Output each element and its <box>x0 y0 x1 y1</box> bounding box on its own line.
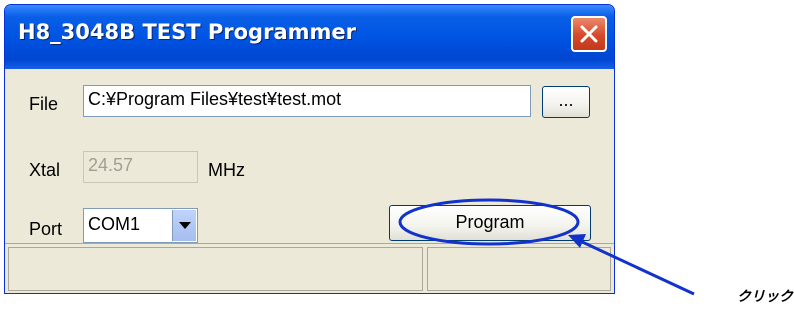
file-label: File <box>29 94 59 114</box>
xtal-input[interactable]: 24.57 <box>83 151 198 183</box>
dropdown-button[interactable] <box>172 210 196 241</box>
file-path-input[interactable]: C:¥Program Files¥test¥test.mot <box>83 85 531 117</box>
port-label: Port <box>29 219 63 239</box>
status-bar <box>5 243 614 293</box>
title-bar[interactable]: H8_3048B TEST Programmer <box>5 5 614 69</box>
browse-button[interactable]: ... <box>542 86 590 118</box>
chevron-down-icon <box>179 222 191 229</box>
status-pane-left <box>8 247 423 291</box>
click-annotation: クリック <box>737 289 793 305</box>
xtal-label: Xtal <box>29 160 61 180</box>
port-select[interactable]: COM1 <box>83 208 198 243</box>
close-icon <box>580 25 598 43</box>
highlight-ellipse <box>398 198 580 246</box>
xtal-unit-label: MHz <box>208 160 245 180</box>
window-title: H8_3048B TEST Programmer <box>18 20 356 44</box>
pointer-arrow <box>568 234 695 296</box>
port-select-value: COM1 <box>88 214 141 234</box>
close-button[interactable] <box>571 16 607 52</box>
app-window: H8_3048B TEST Programmer File C:¥Program… <box>4 4 615 294</box>
